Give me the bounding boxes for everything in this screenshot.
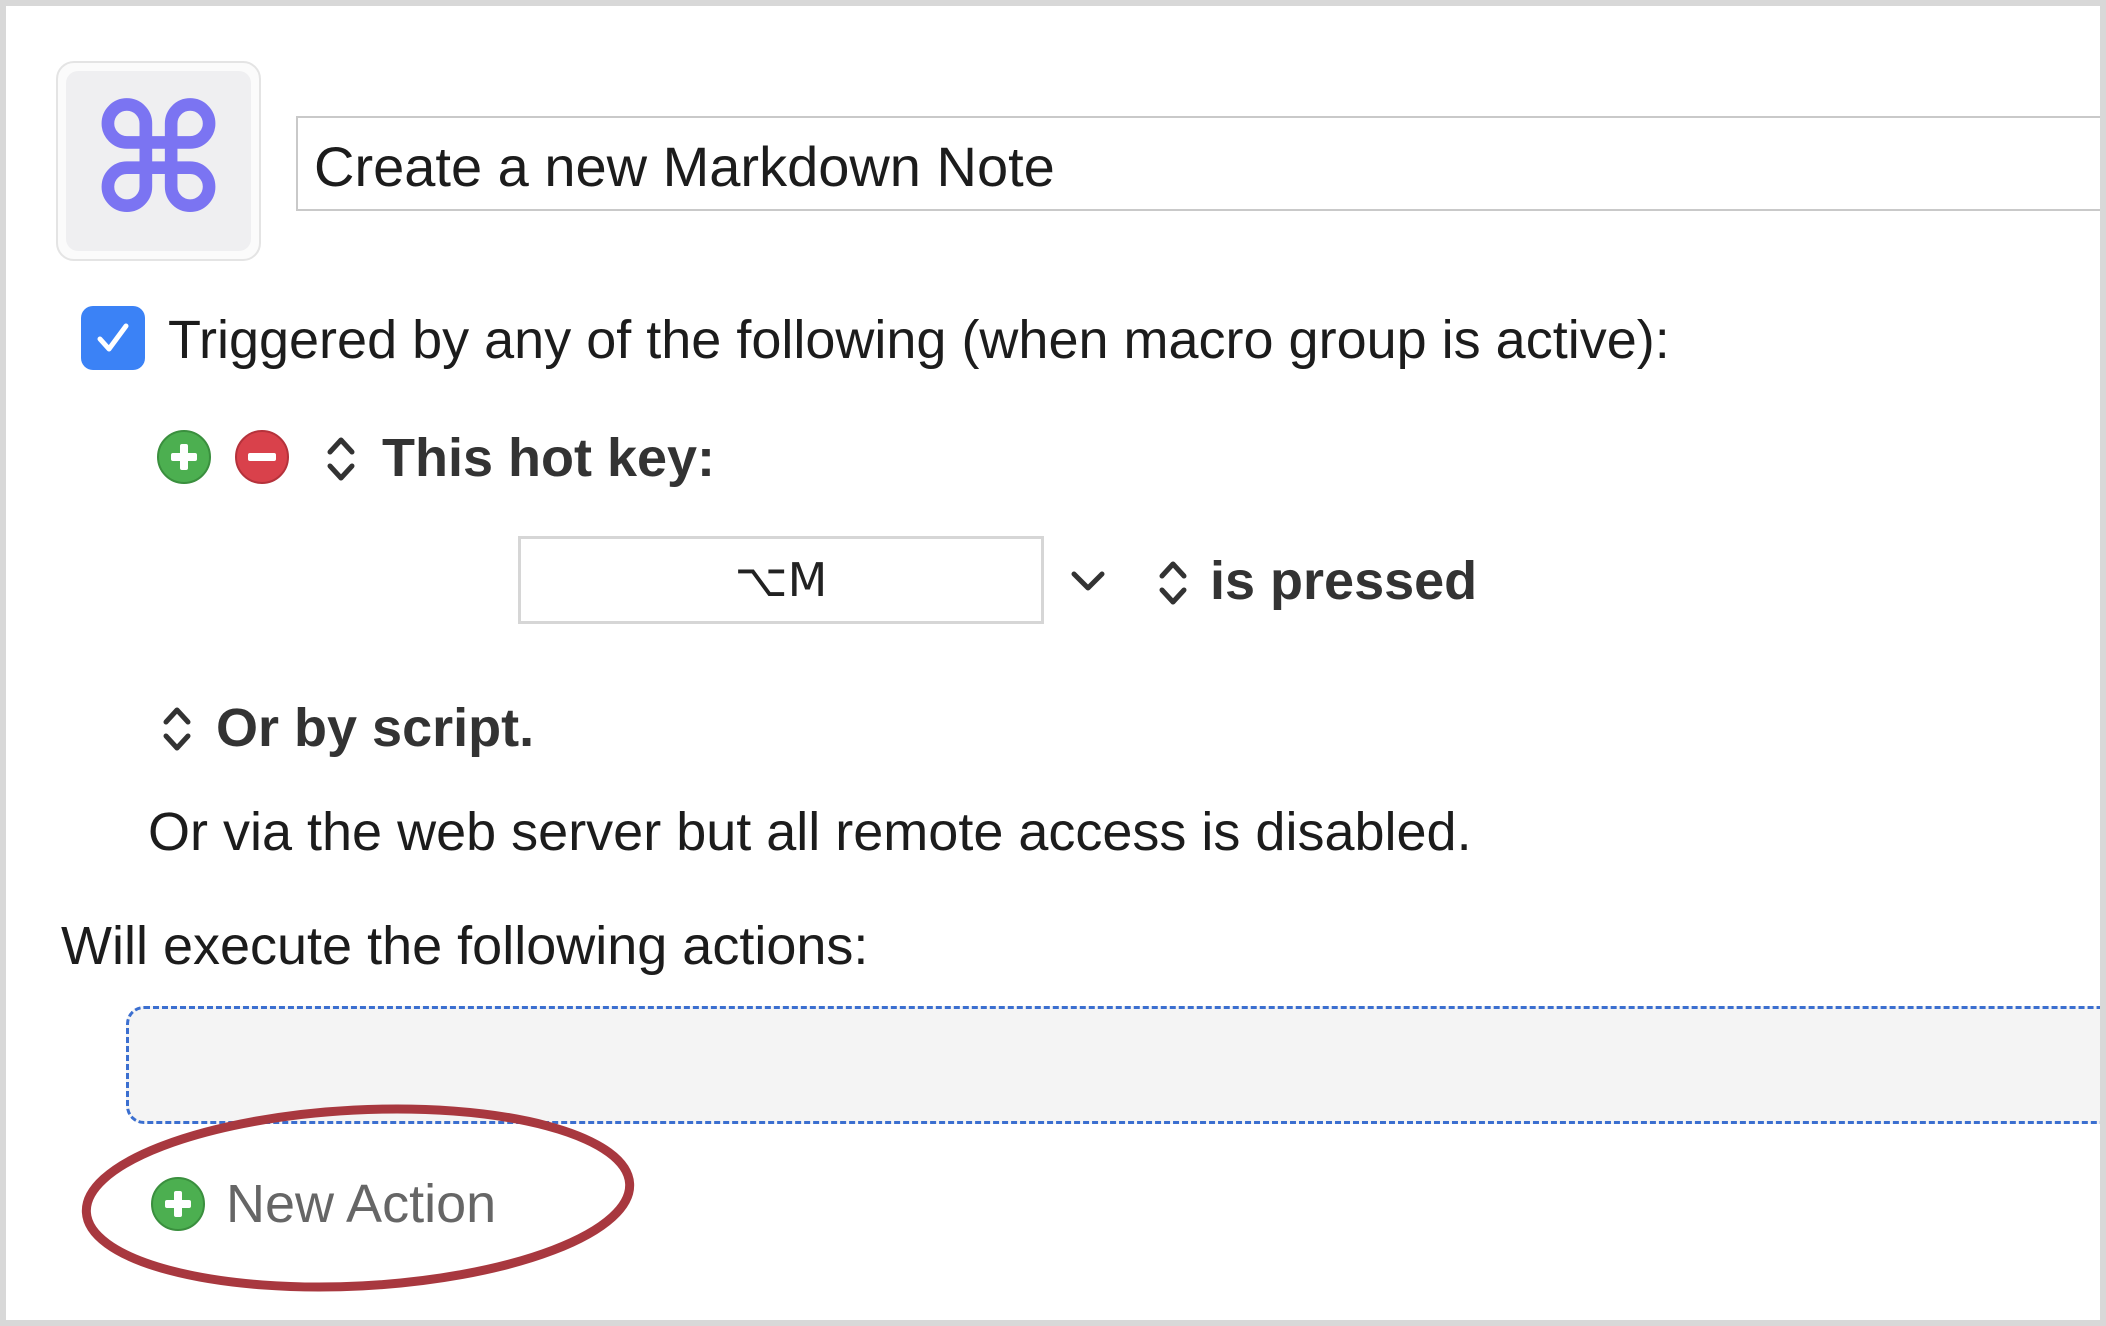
- hotkey-field[interactable]: ⌥M: [518, 536, 1044, 624]
- trigger-heading: Triggered by any of the following (when …: [168, 310, 1670, 370]
- checkmark-icon: [97, 323, 129, 352]
- new-action-label: New Action: [226, 1174, 497, 1234]
- add-trigger-button[interactable]: [156, 429, 212, 485]
- macro-name-field[interactable]: Create a new Markdown Note: [296, 116, 2100, 211]
- updown-chevron-icon: [163, 707, 191, 751]
- script-trigger-stepper[interactable]: [158, 700, 196, 758]
- hotkey-condition-stepper[interactable]: [1154, 554, 1192, 612]
- plus-circle-icon: [157, 430, 211, 484]
- remove-trigger-button[interactable]: [234, 429, 290, 485]
- macro-icon-background: ⌘: [66, 71, 251, 251]
- trigger-enabled-checkbox[interactable]: [81, 306, 145, 370]
- hotkey-condition-label: is pressed: [1210, 551, 1478, 611]
- updown-chevron-icon: [327, 437, 355, 481]
- command-key-icon: ⌘: [88, 74, 229, 248]
- web-server-note: Or via the web server but all remote acc…: [148, 802, 1472, 862]
- trigger-type-label: This hot key:: [382, 428, 716, 488]
- chevron-down-icon[interactable]: [1068, 566, 1108, 596]
- macro-icon-well[interactable]: ⌘: [56, 61, 261, 261]
- macro-editor-panel: ⌘ Create a new Markdown Note Triggered b…: [0, 0, 2106, 1326]
- actions-heading: Will execute the following actions:: [61, 916, 869, 976]
- updown-chevron-icon: [1159, 561, 1187, 605]
- trigger-type-stepper[interactable]: [322, 430, 360, 488]
- actions-drop-area[interactable]: [126, 1006, 2100, 1124]
- new-action-button[interactable]: New Action: [150, 1170, 496, 1238]
- plus-circle-icon: [151, 1177, 205, 1231]
- script-trigger-label: Or by script.: [216, 698, 535, 758]
- minus-circle-icon: [235, 430, 289, 484]
